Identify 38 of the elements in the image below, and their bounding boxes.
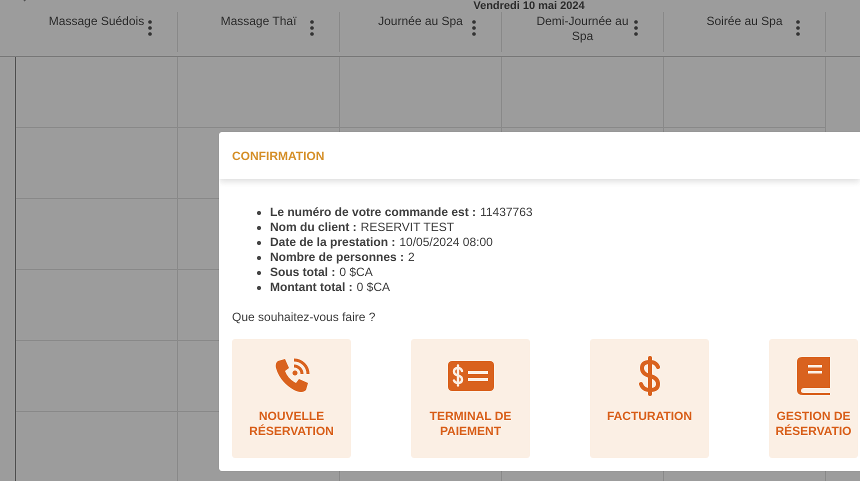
more-vertical-icon[interactable]: [472, 20, 476, 36]
book-icon: [796, 356, 832, 396]
action-tile[interactable]: FACTURATION: [590, 339, 709, 458]
detail-label: Date de la prestation :: [270, 235, 396, 250]
bullet-icon: [257, 256, 261, 260]
detail-value: 0 $CA: [339, 265, 373, 280]
action-prompt: Que souhaitez-vous faire ?: [232, 309, 376, 326]
column-header: Massage Suédois: [48, 14, 144, 29]
payment-card-icon: [448, 360, 494, 392]
more-vertical-icon[interactable]: [310, 20, 314, 36]
column-header: Journée au Spa: [378, 14, 463, 29]
detail-label: Sous total :: [270, 265, 336, 280]
dollar-icon: [638, 356, 662, 396]
dialog-title: CONFIRMATION: [232, 148, 324, 164]
detail-value: 2: [408, 250, 415, 265]
date-title: Vendredi 10 mai 2024: [473, 0, 585, 12]
more-vertical-icon[interactable]: [148, 20, 152, 36]
more-vertical-icon[interactable]: [796, 20, 800, 36]
bullet-icon: [257, 240, 261, 244]
bullet-icon: [257, 226, 261, 230]
bullet-icon: [257, 286, 261, 290]
detail-label: Nombre de personnes :: [270, 250, 404, 265]
detail-value: 0 $CA: [356, 280, 390, 295]
detail-label: Nom du client :: [270, 220, 357, 235]
action-tile[interactable]: GESTION DE RÉSERVATIO: [769, 339, 858, 458]
column-header: Massage Thaï: [220, 14, 296, 29]
column-header: Demi-Journée au Spa: [535, 14, 630, 44]
bullet-icon: [257, 270, 261, 274]
more-vertical-icon[interactable]: [634, 20, 638, 36]
bullet-icon: [257, 210, 261, 214]
action-tile[interactable]: NOUVELLE RÉSERVATION: [232, 339, 351, 458]
column-header: Soirée au Spa: [706, 14, 783, 29]
action-tile[interactable]: TERMINAL DE PAIEMENT: [411, 339, 530, 458]
detail-label: Montant total :: [270, 280, 353, 295]
detail-value: 11437763: [480, 205, 533, 220]
detail-label: Le numéro de votre commande est :: [270, 205, 476, 220]
detail-value: RESERVIT TEST: [360, 220, 454, 235]
detail-value: 10/05/2024 08:00: [399, 235, 493, 250]
